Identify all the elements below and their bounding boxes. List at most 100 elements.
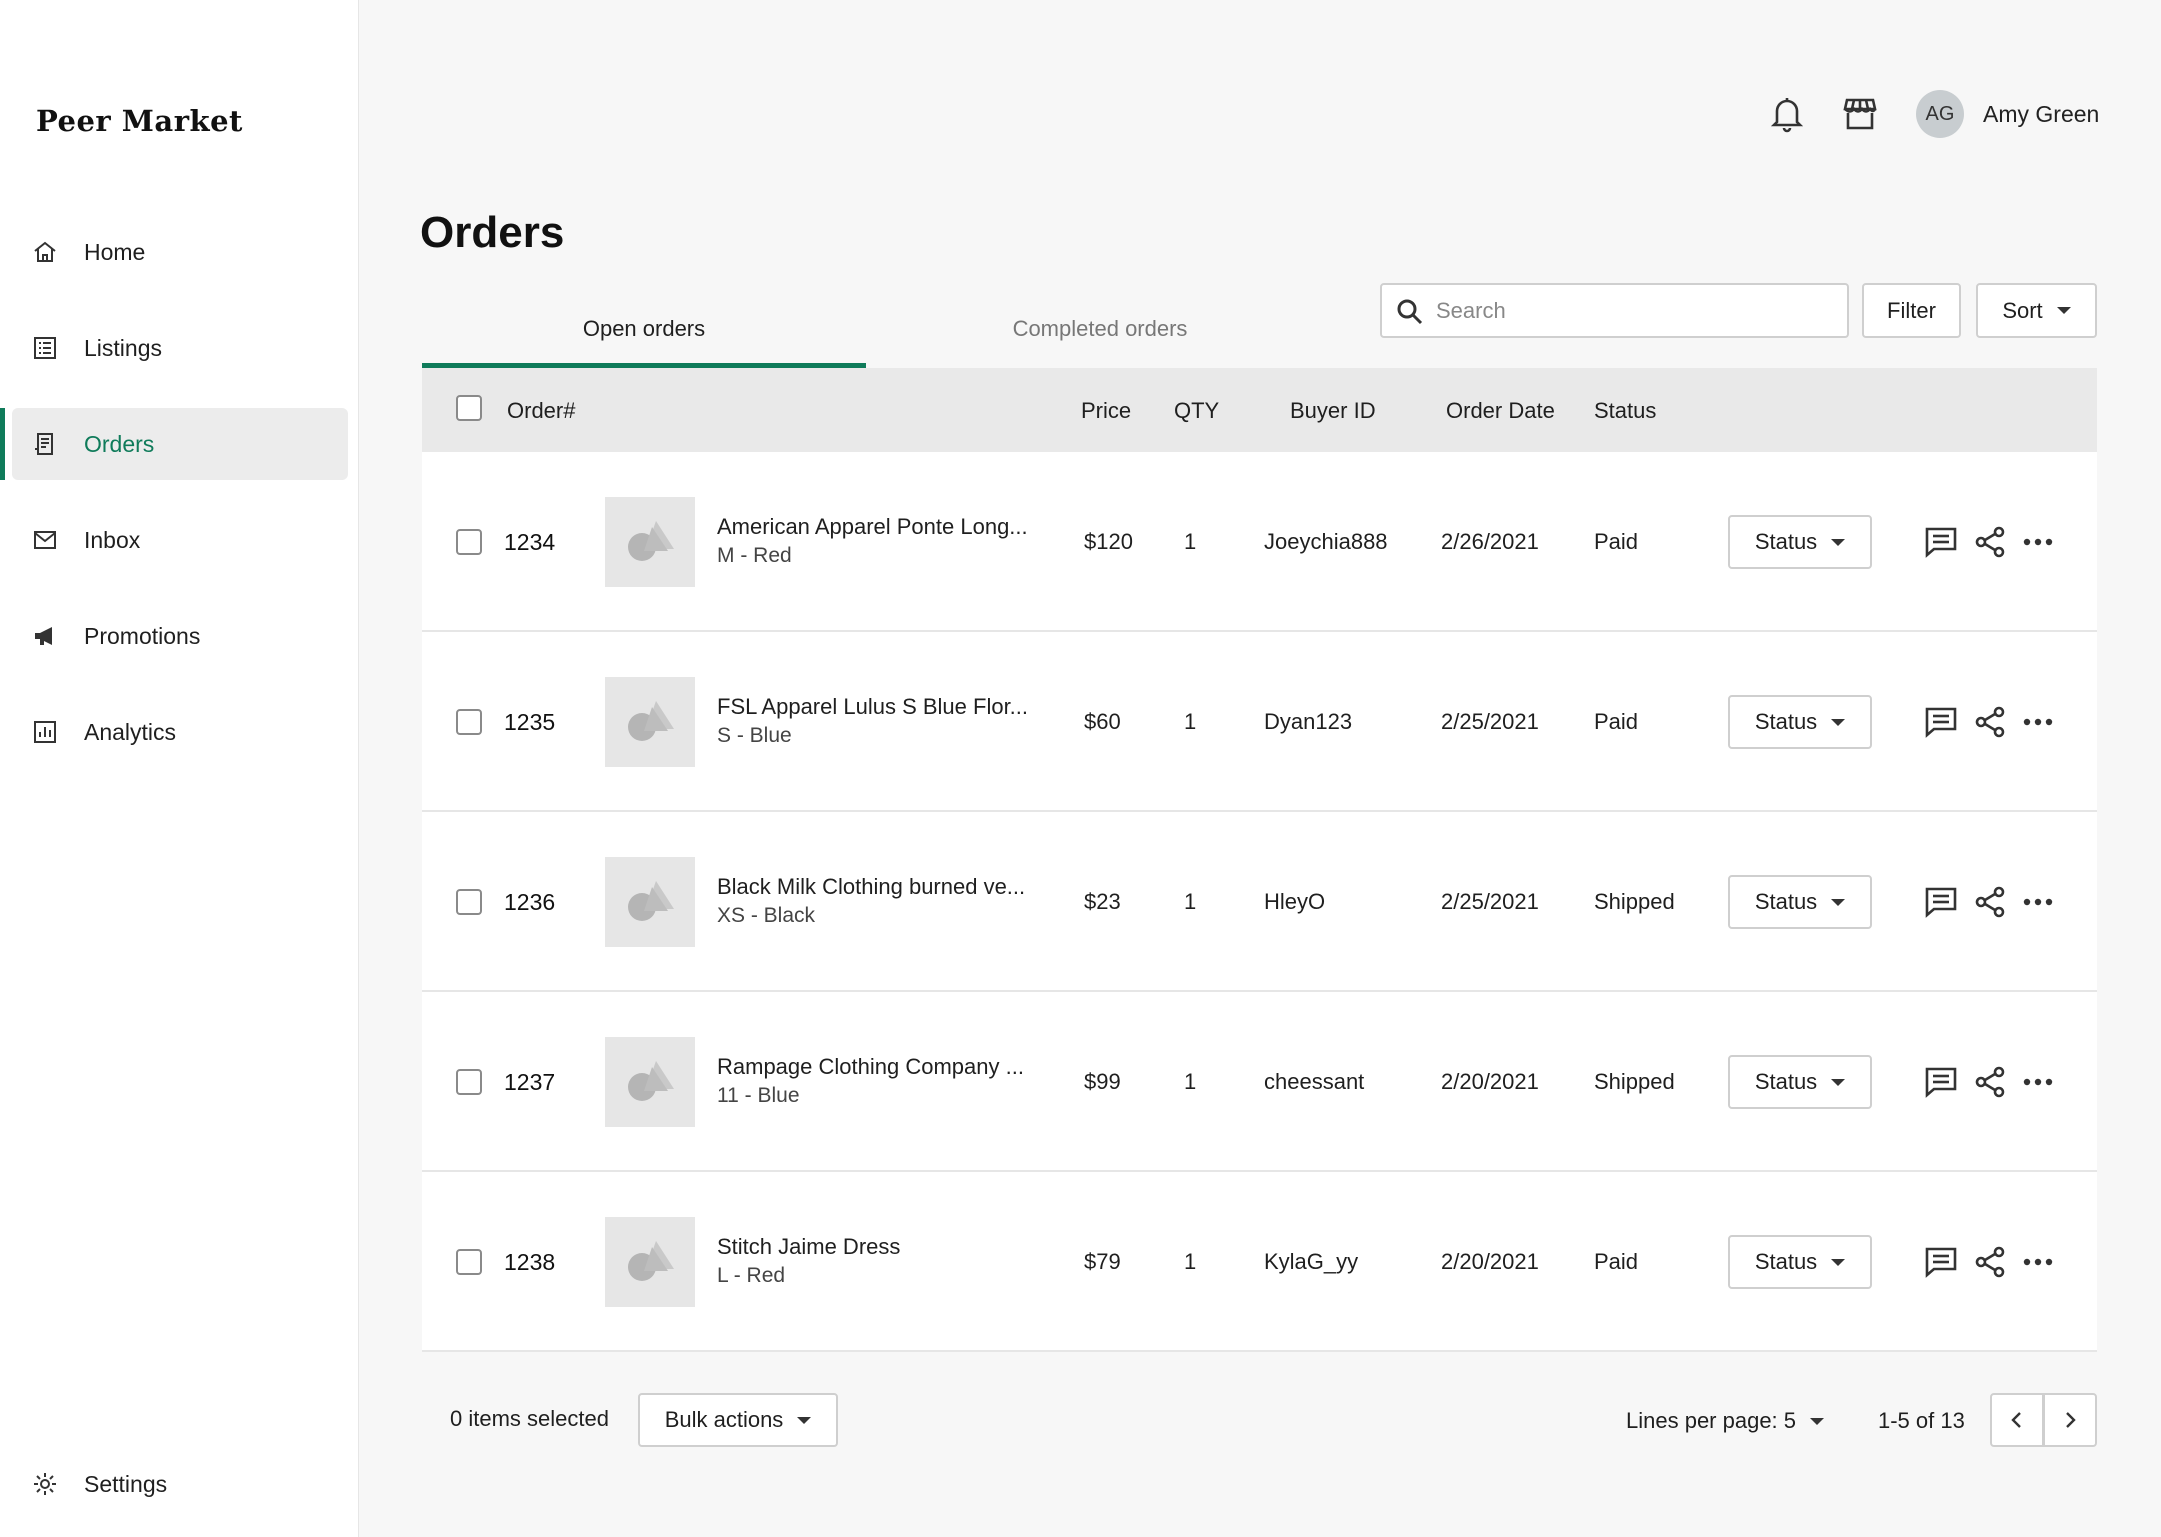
sidebar-item-label: Orders <box>84 430 155 457</box>
tab-label: Open orders <box>582 316 706 341</box>
price: $120 <box>1084 529 1133 554</box>
user-name[interactable]: Amy Green <box>1983 101 2099 128</box>
sidebar-item-orders[interactable]: Orders <box>12 408 348 480</box>
message-icon[interactable] <box>1924 525 1958 559</box>
order-number: 1236 <box>504 889 556 915</box>
pagination-range: 1-5 of 13 <box>1878 1408 1965 1433</box>
column-header-price: Price <box>1081 398 1132 423</box>
row-checkbox[interactable] <box>456 1249 482 1275</box>
more-options-icon[interactable] <box>2021 705 2055 739</box>
order-date: 2/20/2021 <box>1441 1249 1539 1274</box>
next-page-button[interactable] <box>2043 1393 2097 1447</box>
items-selected-text: 0 items selected <box>450 1406 609 1431</box>
product-thumbnail <box>605 857 695 947</box>
status-dropdown[interactable]: Status <box>1728 1055 1872 1109</box>
sidebar-item-listings[interactable]: Listings <box>12 312 348 384</box>
status-text: Shipped <box>1594 1069 1675 1094</box>
chevron-right-icon <box>2066 1412 2076 1428</box>
table-row: 1236 Black Milk Clothing burned ve... XS -… <box>422 812 2097 992</box>
search-box[interactable] <box>1380 283 1849 338</box>
share-icon[interactable] <box>1973 885 2007 919</box>
analytics-icon <box>32 719 58 745</box>
page-title: Orders <box>420 208 565 257</box>
row-checkbox[interactable] <box>456 1069 482 1095</box>
filter-button[interactable]: Filter <box>1862 283 1961 338</box>
search-input[interactable] <box>1436 295 1836 327</box>
select-all-checkbox[interactable] <box>456 395 482 421</box>
buyer-id: Joeychia888 <box>1264 529 1388 554</box>
product-name[interactable]: American Apparel Ponte Long... <box>717 514 1047 540</box>
image-placeholder-icon <box>628 521 674 561</box>
gear-icon <box>32 1471 58 1497</box>
sidebar-item-label: Home <box>84 238 146 265</box>
bulk-actions-button[interactable]: Bulk actions <box>638 1393 838 1447</box>
home-icon <box>32 239 58 265</box>
order-number: 1235 <box>504 709 556 735</box>
sidebar-item-label: Listings <box>84 334 162 361</box>
tab-completed-orders[interactable]: Completed orders <box>880 300 1320 368</box>
product-name[interactable]: Stitch Jaime Dress <box>717 1234 1047 1260</box>
share-icon[interactable] <box>1973 525 2007 559</box>
app-logo: Peer Market <box>36 104 243 138</box>
status-dropdown-label: Status <box>1754 889 1818 914</box>
more-options-icon[interactable] <box>2021 1065 2055 1099</box>
tab-open-orders[interactable]: Open orders <box>422 300 866 368</box>
column-header-qty: QTY <box>1174 398 1220 423</box>
search-icon <box>1396 298 1424 331</box>
product-name[interactable]: Rampage Clothing Company ... <box>717 1054 1047 1080</box>
lines-per-page-select[interactable]: Lines per page: 5 <box>1626 1408 1825 1434</box>
product-name[interactable]: Black Milk Clothing burned ve... <box>717 874 1047 900</box>
row-checkbox[interactable] <box>456 709 482 735</box>
orders-icon <box>32 431 58 457</box>
previous-page-button[interactable] <box>1990 1393 2044 1447</box>
storefront-icon[interactable] <box>1842 96 1878 132</box>
more-options-icon[interactable] <box>2021 1245 2055 1279</box>
status-text: Shipped <box>1594 889 1675 914</box>
order-date: 2/25/2021 <box>1441 889 1539 914</box>
sidebar-item-label: Settings <box>84 1470 168 1497</box>
row-checkbox[interactable] <box>456 889 482 915</box>
share-icon[interactable] <box>1973 1245 2007 1279</box>
message-icon[interactable] <box>1924 885 1958 919</box>
share-icon[interactable] <box>1973 1065 2007 1099</box>
column-header-buyer-id: Buyer ID <box>1290 398 1376 423</box>
avatar[interactable]: AG <box>1916 90 1964 138</box>
table-row: 1237 Rampage Clothing Company ... 11 - Blu… <box>422 992 2097 1172</box>
sidebar-item-home[interactable]: Home <box>12 216 348 288</box>
sidebar-item-promotions[interactable]: Promotions <box>12 600 348 672</box>
sidebar-item-analytics[interactable]: Analytics <box>12 696 348 768</box>
chevron-down-icon <box>2056 307 2071 314</box>
product-variant: S - Blue <box>717 724 792 747</box>
more-options-icon[interactable] <box>2021 525 2055 559</box>
status-dropdown[interactable]: Status <box>1728 515 1872 569</box>
product-thumbnail <box>605 1217 695 1307</box>
sidebar-item-inbox[interactable]: Inbox <box>12 504 348 576</box>
share-icon[interactable] <box>1973 705 2007 739</box>
more-options-icon[interactable] <box>2021 885 2055 919</box>
status-text: Paid <box>1594 529 1639 554</box>
bell-icon[interactable] <box>1770 95 1804 133</box>
image-placeholder-icon <box>628 701 674 741</box>
sidebar-item-label: Analytics <box>84 718 177 745</box>
product-name[interactable]: FSL Apparel Lulus S Blue Flor... <box>717 694 1047 720</box>
sort-button[interactable]: Sort <box>1976 283 2097 338</box>
status-dropdown[interactable]: Status <box>1728 695 1872 749</box>
image-placeholder-icon <box>628 1241 674 1281</box>
price: $60 <box>1084 709 1121 734</box>
quantity: 1 <box>1184 1249 1197 1274</box>
status-dropdown[interactable]: Status <box>1728 1235 1872 1289</box>
message-icon[interactable] <box>1924 1245 1958 1279</box>
message-icon[interactable] <box>1924 1065 1958 1099</box>
message-icon[interactable] <box>1924 705 1958 739</box>
buyer-id: KylaG_yy <box>1264 1249 1359 1274</box>
image-placeholder-icon <box>628 1061 674 1101</box>
status-dropdown-label: Status <box>1754 1249 1818 1274</box>
sort-label: Sort <box>2002 297 2043 323</box>
sidebar-item-settings[interactable]: Settings <box>12 1448 348 1520</box>
sidebar-item-label: Inbox <box>84 526 141 553</box>
product-variant: 11 - Blue <box>717 1084 800 1107</box>
status-dropdown[interactable]: Status <box>1728 875 1872 929</box>
table-row: 1234 American Apparel Ponte Long... M - Re… <box>422 452 2097 632</box>
price: $99 <box>1084 1069 1121 1094</box>
row-checkbox[interactable] <box>456 529 482 555</box>
